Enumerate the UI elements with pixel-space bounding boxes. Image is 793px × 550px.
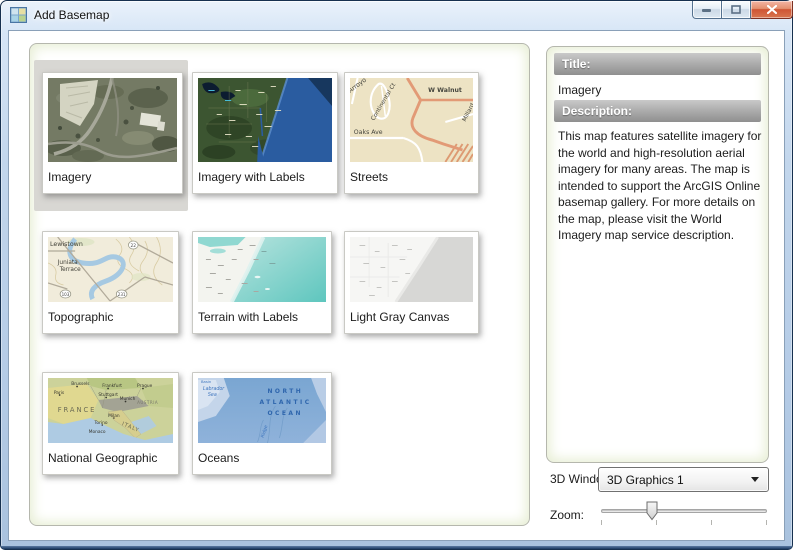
slider-tick	[711, 520, 712, 525]
slider-tick	[656, 520, 657, 525]
map-label: Basin	[201, 379, 212, 384]
basemap-label-topographic: Topographic	[48, 310, 173, 324]
window-controls	[692, 1, 793, 19]
map-label: Stuttgart	[98, 392, 118, 398]
close-button[interactable]	[751, 1, 793, 19]
title-section-header: Title:	[554, 53, 761, 75]
imagery-with-labels-thumbnail	[198, 78, 332, 162]
zoom-slider-thumb[interactable]	[646, 501, 658, 521]
zoom-label: Zoom:	[550, 508, 584, 522]
map-label: Munich	[120, 396, 136, 402]
slider-tick	[766, 520, 767, 525]
map-label: Juniata	[57, 260, 78, 266]
map-label: Labrador	[203, 386, 225, 392]
add-basemap-dialog: Add Basemap	[0, 0, 793, 550]
basemap-card-topographic[interactable]: Lewistown Juniata Terrace 22 103 231	[42, 231, 179, 334]
zoom-slider-ticks	[601, 520, 767, 526]
topographic-thumbnail: Lewistown Juniata Terrace 22 103 231	[48, 237, 173, 302]
basemap-label-national-geographic: National Geographic	[48, 451, 173, 465]
map-label: W Walnut	[428, 87, 462, 94]
streets-thumbnail: Arroyo W Walnut Continental Ct Oaks Ave …	[350, 78, 473, 162]
zoom-slider	[601, 500, 767, 532]
map-label: AUSTRIA	[137, 400, 158, 405]
map-label: Oaks Ave	[354, 129, 383, 136]
basemap-details-panel: Title: Imagery Description: This map fea…	[546, 46, 769, 463]
3d-window-combobox[interactable]: 3D Graphics 1	[598, 467, 769, 492]
basemap-card-national-geographic[interactable]: FRANCE ITALY AUSTRIA Paris Brussels Fran…	[42, 372, 179, 475]
basemap-card-imagery[interactable]: Imagery	[42, 72, 183, 194]
map-label: Sea	[208, 392, 217, 398]
map-label: Brussels	[71, 381, 90, 387]
basemap-label-light-gray-canvas: Light Gray Canvas	[350, 310, 473, 324]
map-label: Lewistown	[50, 240, 83, 248]
oceans-thumbnail: NORTH ATLANTIC OCEAN Labrador Sea Ridge …	[198, 378, 326, 443]
dialog-client-area: Imagery	[8, 30, 785, 541]
map-label: Monaco	[89, 429, 106, 435]
basemap-label-streets: Streets	[350, 170, 473, 184]
titlebar[interactable]: Add Basemap	[8, 0, 785, 30]
basemap-card-streets[interactable]: Arroyo W Walnut Continental Ct Oaks Ave …	[344, 72, 479, 194]
basemap-label-imagery-with-labels: Imagery with Labels	[198, 170, 332, 184]
3d-window-selected-value: 3D Graphics 1	[599, 473, 751, 487]
basemap-description-text: This map features satellite imagery for …	[558, 128, 762, 244]
chevron-down-icon	[751, 477, 759, 482]
map-label: Terrace	[59, 267, 81, 273]
light-gray-canvas-thumbnail	[350, 237, 473, 302]
description-section-header: Description:	[554, 100, 761, 122]
basemap-gallery-panel: Imagery	[29, 43, 530, 526]
basemap-card-terrain-with-labels[interactable]: Terrain with Labels	[192, 231, 332, 334]
basemap-title-value: Imagery	[558, 83, 601, 97]
window-title: Add Basemap	[34, 8, 109, 22]
route-shield-label: 103	[62, 292, 70, 297]
minimize-button[interactable]	[692, 1, 722, 19]
maximize-icon	[731, 5, 742, 14]
basemap-label-terrain-with-labels: Terrain with Labels	[198, 310, 326, 324]
slider-tick	[601, 520, 602, 525]
map-label: NORTH	[267, 388, 303, 395]
national-geographic-thumbnail: FRANCE ITALY AUSTRIA Paris Brussels Fran…	[48, 378, 173, 443]
basemap-label-imagery: Imagery	[48, 170, 177, 184]
basemap-card-oceans[interactable]: NORTH ATLANTIC OCEAN Labrador Sea Ridge …	[192, 372, 332, 475]
map-label: Frankfurt	[102, 383, 122, 389]
basemap-card-light-gray-canvas[interactable]: Light Gray Canvas	[344, 231, 479, 334]
minimize-icon	[702, 7, 712, 13]
maximize-button[interactable]	[722, 1, 751, 19]
route-shield-label: 231	[118, 292, 126, 297]
route-shield-label: 22	[130, 243, 136, 249]
map-label: ATLANTIC	[260, 399, 312, 406]
map-label: OCEAN	[267, 410, 302, 417]
terrain-with-labels-thumbnail	[198, 237, 326, 302]
imagery-thumbnail	[48, 78, 177, 162]
basemap-app-icon	[10, 7, 27, 23]
map-label: Torino	[94, 420, 108, 426]
map-label: FRANCE	[58, 406, 97, 414]
map-label: Prague	[137, 383, 152, 389]
zoom-slider-track[interactable]	[601, 509, 767, 513]
basemap-label-oceans: Oceans	[198, 451, 326, 465]
close-icon	[767, 5, 777, 14]
basemap-card-imagery-with-labels[interactable]: Imagery with Labels	[192, 72, 338, 194]
